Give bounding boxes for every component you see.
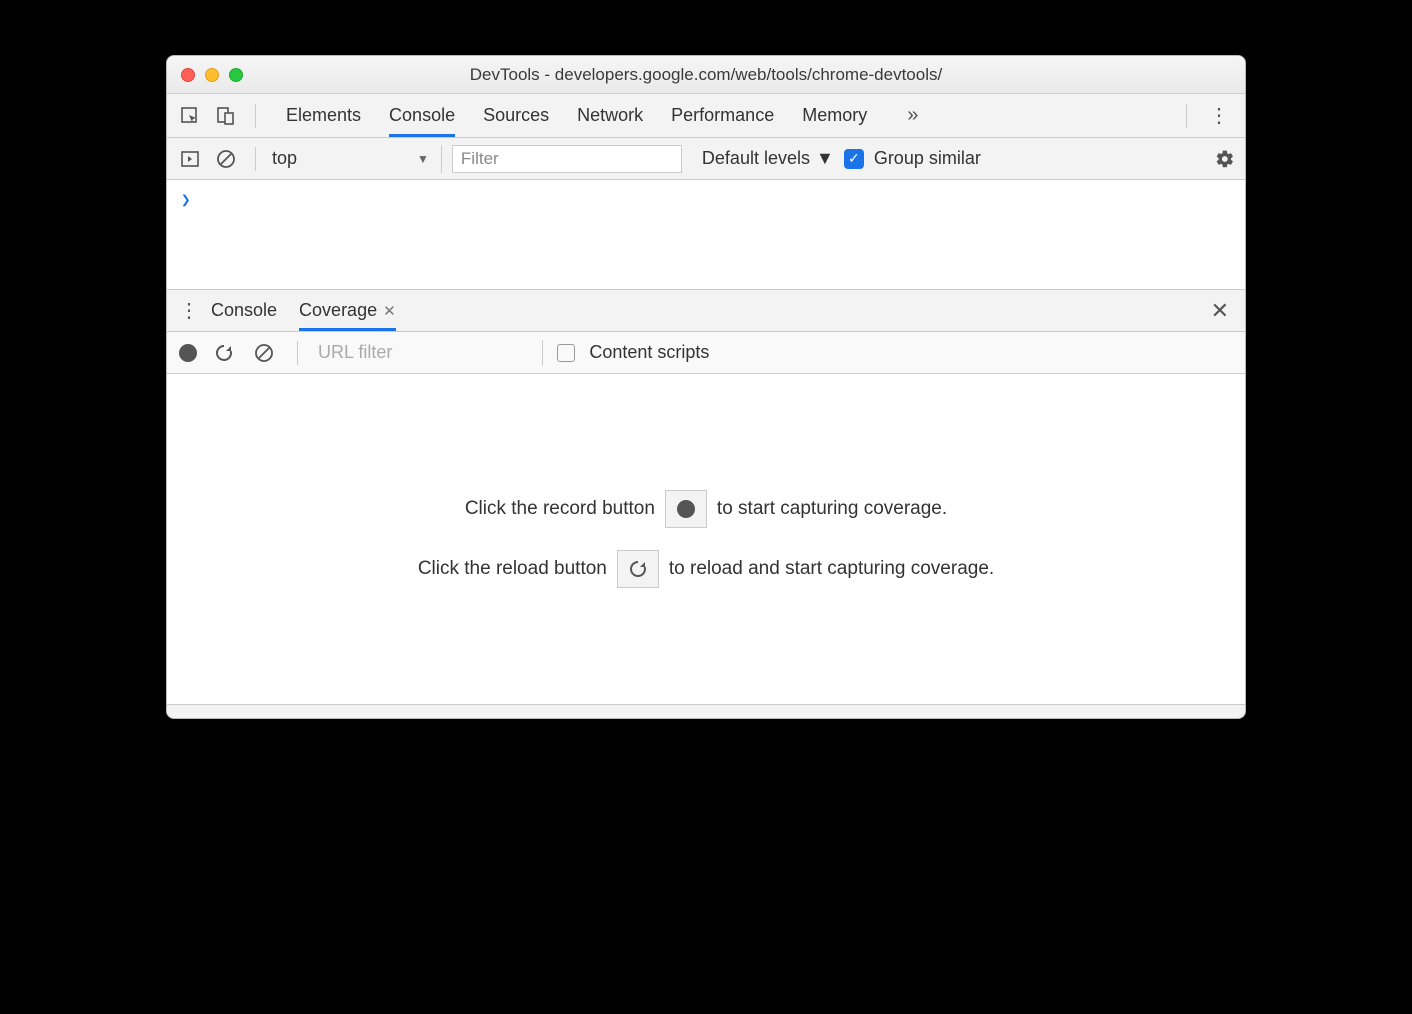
separator	[255, 147, 256, 171]
kebab-icon: ⋮	[179, 300, 199, 322]
console-filter-input[interactable]: Filter	[452, 145, 682, 173]
drawer-tab-coverage[interactable]: Coverage ✕	[299, 290, 396, 331]
kebab-icon: ⋮	[1209, 105, 1229, 127]
hint-reload-button[interactable]	[617, 550, 659, 588]
drawer-tab-label: Coverage	[299, 300, 377, 321]
main-tabs: Elements Console Sources Network Perform…	[272, 94, 1180, 137]
close-tab-icon[interactable]: ✕	[383, 302, 396, 320]
window-title: DevTools - developers.google.com/web/too…	[167, 65, 1245, 85]
clear-coverage-button[interactable]	[251, 340, 277, 366]
record-icon	[677, 500, 695, 518]
reload-icon	[214, 343, 234, 363]
close-icon: ✕	[1211, 298, 1229, 323]
main-menu-button[interactable]: ⋮	[1193, 103, 1245, 128]
tab-label: Memory	[802, 105, 867, 126]
tabs-overflow-button[interactable]: »	[895, 104, 930, 127]
coverage-toolbar: URL filter Content scripts	[167, 332, 1245, 374]
record-icon	[179, 344, 197, 362]
console-body[interactable]: ❯	[167, 180, 1245, 290]
separator	[1186, 104, 1187, 128]
content-scripts-label: Content scripts	[589, 342, 709, 363]
hint-record-button[interactable]	[665, 490, 707, 528]
content-scripts-checkbox[interactable]	[557, 344, 575, 362]
context-selector[interactable]: top ▼	[272, 145, 442, 173]
console-sidebar-toggle-icon[interactable]	[177, 146, 203, 172]
coverage-body: Click the record button to start capturi…	[167, 374, 1245, 704]
levels-label: Default levels	[702, 148, 810, 169]
minimize-window-button[interactable]	[205, 68, 219, 82]
group-similar-checkbox[interactable]: ✓	[844, 149, 864, 169]
devtools-window: DevTools - developers.google.com/web/too…	[166, 55, 1246, 719]
record-button[interactable]	[179, 344, 197, 362]
clear-console-icon[interactable]	[213, 146, 239, 172]
console-prompt: ❯	[181, 190, 191, 209]
separator	[297, 341, 298, 365]
close-window-button[interactable]	[181, 68, 195, 82]
footer-bar	[167, 704, 1245, 718]
tab-label: Console	[389, 105, 455, 126]
hint-text: to start capturing coverage.	[717, 498, 947, 520]
placeholder-text: Filter	[461, 149, 499, 169]
placeholder-text: URL filter	[318, 342, 392, 363]
tab-label: Elements	[286, 105, 361, 126]
drawer-menu-button[interactable]: ⋮	[167, 298, 211, 323]
device-toggle-icon[interactable]	[213, 103, 239, 129]
drawer-tab-console[interactable]: Console	[211, 290, 277, 331]
tab-label: Sources	[483, 105, 549, 126]
tab-memory[interactable]: Memory	[802, 94, 867, 137]
group-similar-label: Group similar	[874, 148, 981, 169]
tab-elements[interactable]: Elements	[286, 94, 361, 137]
reload-icon	[628, 559, 648, 579]
drawer-header: ⋮ Console Coverage ✕ ✕	[167, 290, 1245, 332]
tab-console[interactable]: Console	[389, 94, 455, 137]
inspect-element-icon[interactable]	[177, 103, 203, 129]
clear-icon	[254, 343, 274, 363]
check-icon: ✓	[848, 150, 860, 167]
tab-network[interactable]: Network	[577, 94, 643, 137]
tab-label: Network	[577, 105, 643, 126]
window-controls	[167, 68, 243, 82]
log-levels-selector[interactable]: Default levels ▼	[692, 148, 834, 169]
tab-label: Performance	[671, 105, 774, 126]
drawer-tab-label: Console	[211, 300, 277, 321]
url-filter-input[interactable]: URL filter	[318, 340, 543, 366]
gear-icon	[1215, 149, 1235, 169]
hint-text: Click the reload button	[418, 558, 607, 580]
chevron-down-icon: ▼	[816, 148, 834, 169]
tab-performance[interactable]: Performance	[671, 94, 774, 137]
console-settings-button[interactable]	[1215, 149, 1235, 169]
context-selector-label: top	[272, 148, 297, 169]
hint-record: Click the record button to start capturi…	[465, 490, 947, 528]
reload-button[interactable]	[211, 340, 237, 366]
console-toolbar: top ▼ Filter Default levels ▼ ✓ Group si…	[167, 138, 1245, 180]
separator	[255, 104, 256, 128]
hint-reload: Click the reload button to reload and st…	[418, 550, 994, 588]
titlebar: DevTools - developers.google.com/web/too…	[167, 56, 1245, 94]
hint-text: Click the record button	[465, 498, 655, 520]
chevron-down-icon: ▼	[417, 152, 429, 166]
drawer-tabs: Console Coverage ✕	[211, 290, 396, 331]
tab-sources[interactable]: Sources	[483, 94, 549, 137]
zoom-window-button[interactable]	[229, 68, 243, 82]
drawer-close-button[interactable]: ✕	[1195, 298, 1245, 324]
hint-text: to reload and start capturing coverage.	[669, 558, 994, 580]
main-tabs-row: Elements Console Sources Network Perform…	[167, 94, 1245, 138]
chevron-right-icon: »	[907, 104, 918, 126]
